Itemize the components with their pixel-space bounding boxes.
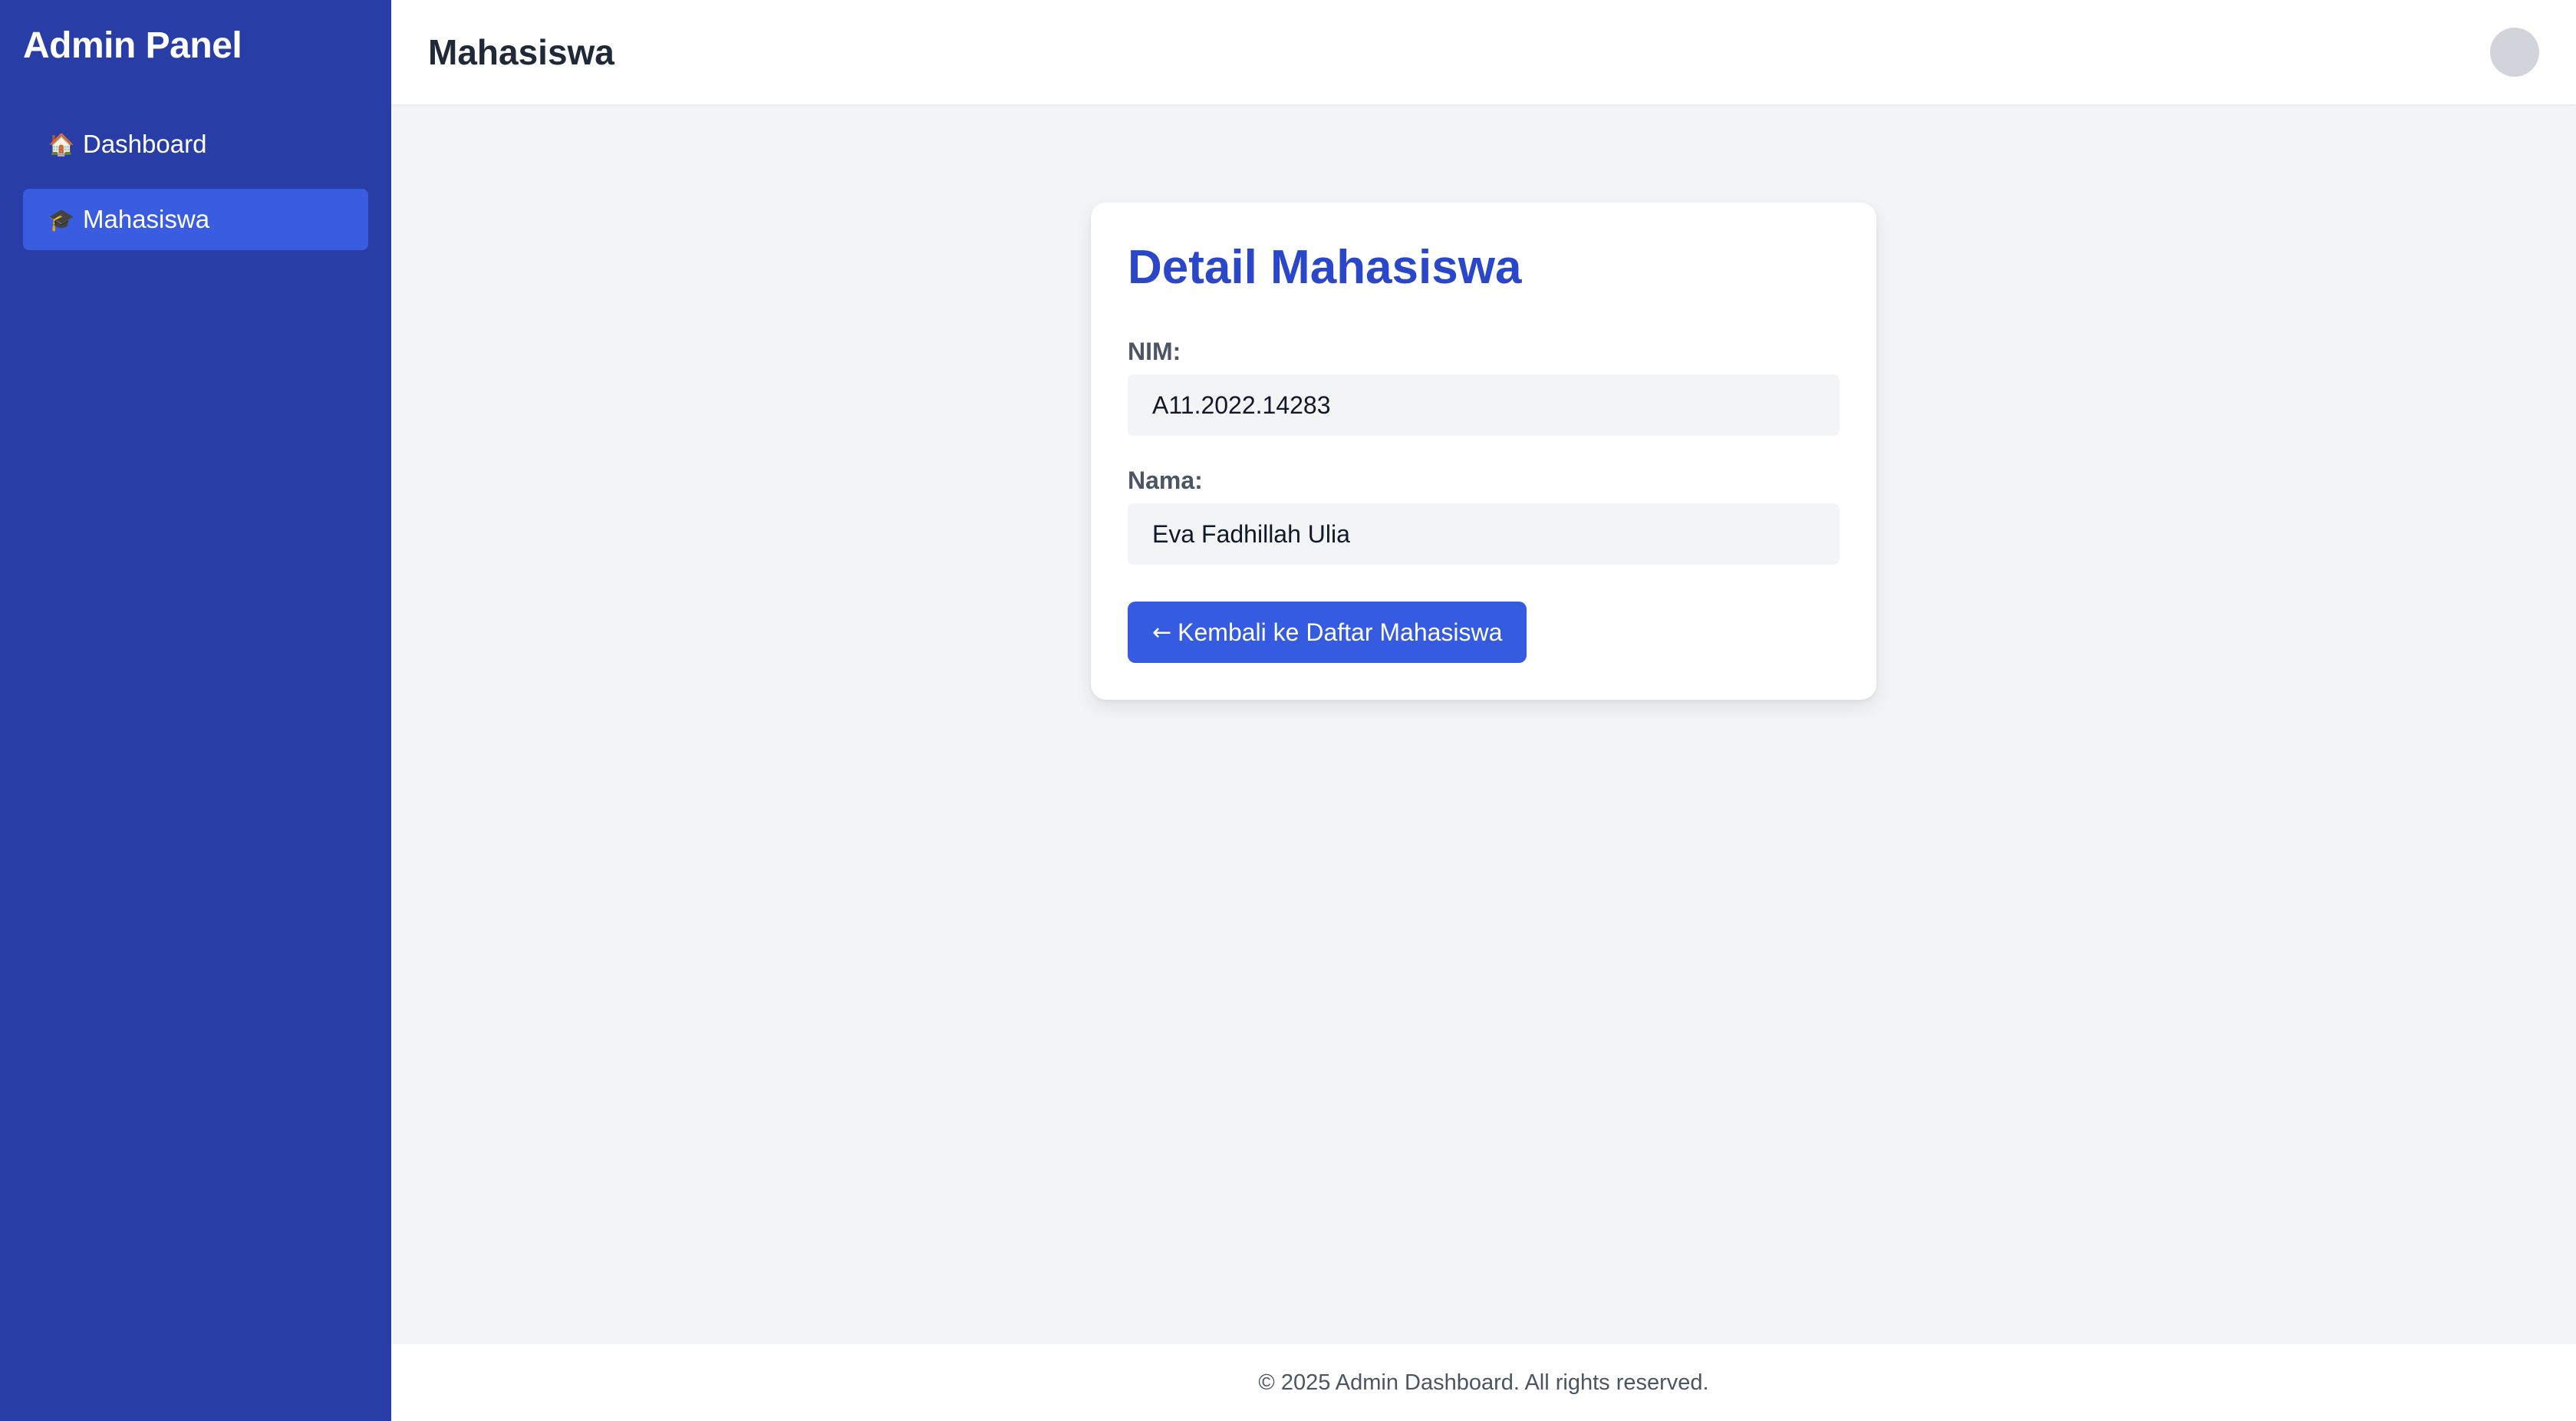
sidebar-title: Admin Panel — [23, 25, 242, 66]
app-root: Admin Panel 🏠 Dashboard 🎓 Mahasiswa Maha… — [0, 0, 2576, 1421]
sidebar-item-dashboard[interactable]: 🏠 Dashboard — [23, 114, 368, 175]
home-icon: 🏠 — [48, 131, 75, 157]
back-button-label: Kembali ke Daftar Mahasiswa — [1178, 618, 1503, 646]
field-nim: NIM: A11.2022.14283 — [1128, 336, 1840, 436]
nim-value: A11.2022.14283 — [1128, 374, 1840, 436]
avatar[interactable] — [2490, 28, 2539, 77]
arrow-left-icon: ← — [1152, 618, 1172, 646]
nim-label: NIM: — [1128, 338, 1181, 365]
sidebar-item-label: Mahasiswa — [83, 205, 210, 233]
main-area: Mahasiswa Detail Mahasiswa NIM: A11.2022… — [391, 0, 2576, 1421]
back-to-list-button[interactable]: ← Kembali ke Daftar Mahasiswa — [1128, 602, 1527, 663]
top-header: Mahasiswa — [391, 0, 2576, 104]
page-title: Mahasiswa — [428, 32, 614, 72]
nama-value: Eva Fadhillah Ulia — [1128, 503, 1840, 565]
detail-card: Detail Mahasiswa NIM: A11.2022.14283 Nam… — [1091, 203, 1876, 700]
sidebar-nav: 🏠 Dashboard 🎓 Mahasiswa — [23, 114, 368, 250]
sidebar-item-label: Dashboard — [83, 130, 207, 158]
content-area: Detail Mahasiswa NIM: A11.2022.14283 Nam… — [391, 104, 2576, 1344]
sidebar: Admin Panel 🏠 Dashboard 🎓 Mahasiswa — [0, 0, 391, 1421]
sidebar-item-mahasiswa[interactable]: 🎓 Mahasiswa — [23, 189, 368, 250]
footer-text: © 2025 Admin Dashboard. All rights reser… — [1258, 1370, 1709, 1395]
footer: © 2025 Admin Dashboard. All rights reser… — [391, 1344, 2576, 1421]
field-nama: Nama: Eva Fadhillah Ulia — [1128, 465, 1840, 565]
card-title: Detail Mahasiswa — [1128, 241, 1522, 294]
graduation-cap-icon: 🎓 — [48, 206, 75, 232]
nama-label: Nama: — [1128, 467, 1203, 494]
